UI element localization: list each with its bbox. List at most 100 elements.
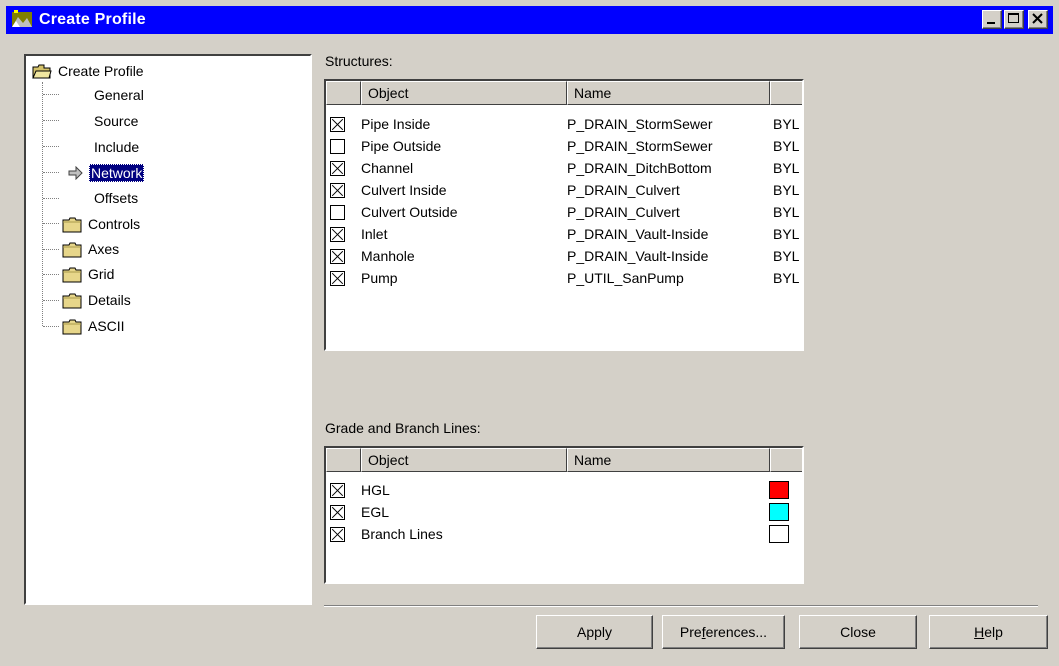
tree-item-source[interactable]: Source [92, 110, 140, 132]
tree-item-axes[interactable]: Axes [62, 238, 121, 260]
row-extra: BYL [773, 138, 800, 154]
close-window-button[interactable] [1028, 10, 1048, 29]
title-buttons [980, 10, 1048, 29]
tree-item-offsets[interactable]: Offsets [92, 187, 140, 209]
row-extra: BYL [773, 160, 800, 176]
maximize-button[interactable] [1004, 10, 1024, 29]
folder-icon [62, 293, 82, 308]
column-header-object[interactable]: Object [361, 81, 567, 105]
row-object: Pipe Outside [361, 138, 442, 154]
table-row[interactable]: EGL [326, 501, 802, 523]
table-row[interactable]: Pipe Outside P_DRAIN_StormSewer BYL [326, 135, 802, 157]
table-row[interactable]: Inlet P_DRAIN_Vault-Inside BYL [326, 223, 802, 245]
structures-list[interactable]: Object Name Pipe Inside P_DRAIN_StormSew… [324, 79, 804, 351]
column-header-object[interactable]: Object [361, 448, 567, 472]
table-row[interactable]: Manhole P_DRAIN_Vault-Inside BYL [326, 245, 802, 267]
folder-icon [62, 267, 82, 282]
row-name: P_DRAIN_Vault-Inside [567, 226, 709, 242]
row-object: Channel [361, 160, 414, 176]
column-header-name[interactable]: Name [567, 448, 770, 472]
row-checkbox[interactable] [330, 160, 345, 176]
row-checkbox[interactable] [330, 526, 345, 542]
grade-branch-list[interactable]: Object Name HGL EGL Branch Lines [324, 446, 804, 584]
row-extra: BYL [773, 204, 800, 220]
column-header-check[interactable] [326, 81, 361, 105]
row-name: P_DRAIN_DitchBottom [567, 160, 712, 176]
close-button[interactable]: Close [799, 615, 917, 649]
tree-item-include[interactable]: Include [92, 136, 141, 158]
row-extra: BYL [773, 270, 800, 286]
minimize-button[interactable] [982, 10, 1002, 29]
folder-icon [62, 242, 82, 257]
preferences-button[interactable]: Preferences... [662, 615, 785, 649]
row-name: P_DRAIN_StormSewer [567, 116, 713, 132]
table-row[interactable]: Branch Lines [326, 523, 802, 545]
title-bar[interactable]: Create Profile [6, 6, 1053, 34]
apply-button-label: Apply [576, 624, 613, 640]
tree-connector [43, 198, 59, 199]
row-object: Pump [361, 270, 398, 286]
folder-icon [62, 319, 82, 334]
tree-connector [43, 326, 59, 327]
table-row[interactable]: Pump P_UTIL_SanPump BYL [326, 267, 802, 289]
tree-connector [43, 223, 59, 224]
row-checkbox[interactable] [330, 116, 345, 132]
help-label-part: elp [984, 624, 1003, 640]
tree-root[interactable]: Create Profile [32, 60, 146, 82]
column-header-name[interactable]: Name [567, 81, 770, 105]
tree-connector [43, 300, 59, 301]
row-extra: BYL [773, 116, 800, 132]
color-swatch[interactable] [769, 481, 789, 499]
row-checkbox[interactable] [330, 248, 345, 264]
tree-item-general[interactable]: General [92, 84, 146, 106]
tree-connector [43, 120, 59, 121]
row-checkbox[interactable] [330, 504, 345, 520]
column-header-color[interactable] [770, 448, 802, 472]
table-row[interactable]: HGL [326, 479, 802, 501]
help-mnemonic: H [974, 624, 985, 640]
create-profile-dialog: Create Profile Create Profile General So… [0, 0, 1059, 666]
structures-header: Object Name [326, 81, 802, 105]
preferences-button-label: Preferences... [680, 624, 767, 640]
table-row[interactable]: Channel P_DRAIN_DitchBottom BYL [326, 157, 802, 179]
tree-root-label: Create Profile [58, 63, 144, 79]
app-icon [11, 9, 33, 31]
row-name: P_DRAIN_StormSewer [567, 138, 713, 154]
row-checkbox[interactable] [330, 182, 345, 198]
row-object: Manhole [361, 248, 415, 264]
row-checkbox[interactable] [330, 270, 345, 286]
row-checkbox[interactable] [330, 204, 345, 220]
row-object: Pipe Inside [361, 116, 431, 132]
column-header-extra[interactable] [770, 81, 802, 105]
grade-branch-label: Grade and Branch Lines: [325, 420, 481, 436]
color-swatch[interactable] [769, 503, 789, 521]
row-checkbox[interactable] [330, 138, 345, 154]
close-button-label: Close [840, 624, 876, 640]
tree-item-ascii[interactable]: ASCII [62, 315, 127, 337]
footer-divider [324, 605, 1038, 607]
row-object: Culvert Inside [361, 182, 447, 198]
tree-item-label: Include [94, 139, 140, 155]
row-object: Branch Lines [361, 526, 443, 542]
tree-item-label: Grid [88, 266, 115, 282]
row-checkbox[interactable] [330, 482, 345, 498]
apply-button[interactable]: Apply [536, 615, 653, 649]
minimize-icon [987, 22, 995, 24]
row-extra: BYL [773, 248, 800, 264]
tree-connector [43, 172, 59, 173]
folder-icon [62, 217, 82, 232]
table-row[interactable]: Culvert Inside P_DRAIN_Culvert BYL [326, 179, 802, 201]
table-row[interactable]: Pipe Inside P_DRAIN_StormSewer BYL [326, 113, 802, 135]
help-button[interactable]: Help [929, 615, 1048, 649]
tree-item-controls[interactable]: Controls [62, 213, 142, 235]
column-header-check[interactable] [326, 448, 361, 472]
tree-item-grid[interactable]: Grid [62, 263, 116, 285]
window-title: Create Profile [39, 11, 146, 28]
tree-item-network[interactable]: Network [68, 162, 145, 184]
row-object: Culvert Outside [361, 204, 458, 220]
row-checkbox[interactable] [330, 226, 345, 242]
color-swatch[interactable] [769, 525, 789, 543]
table-row[interactable]: Culvert Outside P_DRAIN_Culvert BYL [326, 201, 802, 223]
navigation-tree[interactable]: Create Profile General Source Include Ne… [24, 54, 312, 605]
tree-item-details[interactable]: Details [62, 289, 133, 311]
